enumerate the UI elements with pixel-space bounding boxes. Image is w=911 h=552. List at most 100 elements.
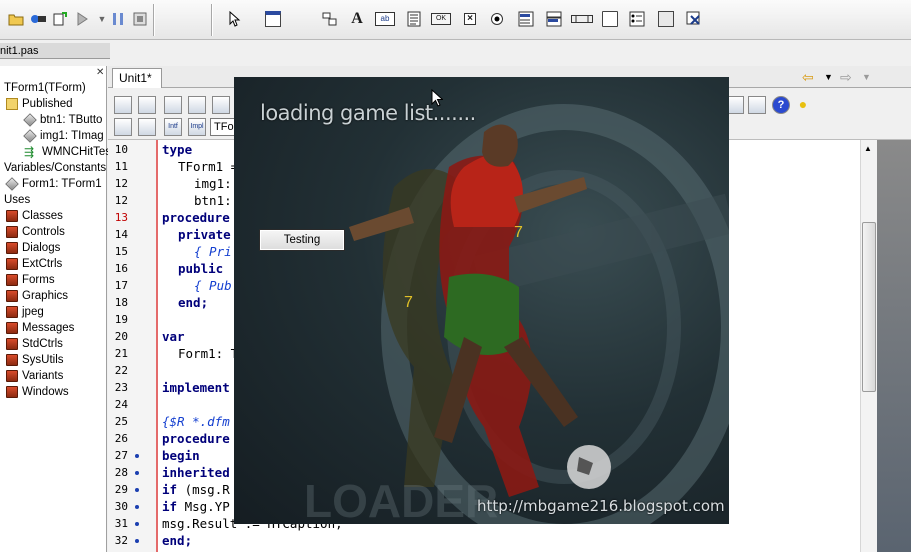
line-number: 28 <box>114 466 128 479</box>
form-view-icon[interactable] <box>114 96 132 114</box>
tree-item[interactable]: jpeg <box>6 304 44 320</box>
code-line: {$R *.dfm <box>162 414 230 429</box>
groupbox-icon[interactable] <box>600 9 620 29</box>
tree-item-label: jpeg <box>22 306 44 318</box>
tree-item[interactable]: Form1: TForm1 <box>5 176 102 192</box>
new-unit-icon[interactable] <box>188 96 206 114</box>
line-number: 21 <box>114 347 128 360</box>
vertical-scrollbar[interactable]: ▲ <box>860 140 877 552</box>
breakpoint-dot-icon[interactable] <box>135 539 139 543</box>
implementation-icon[interactable]: Impl <box>188 118 206 136</box>
back-arrow-icon[interactable]: ⇦ <box>802 69 814 85</box>
tree-item[interactable]: Classes <box>6 208 63 224</box>
file-tab[interactable]: nit1.pas <box>0 43 110 59</box>
line-number: 30 <box>114 500 128 513</box>
tree-item[interactable]: SysUtils <box>6 352 64 368</box>
tree-item[interactable]: ExtCtrls <box>6 256 62 272</box>
svg-text:7: 7 <box>514 224 523 241</box>
mainmenu-icon[interactable] <box>320 9 340 29</box>
tree-item[interactable]: Controls <box>6 224 65 240</box>
gear-icon[interactable] <box>748 96 766 114</box>
unit-icon <box>6 290 18 302</box>
line-number: 19 <box>114 313 128 326</box>
step-icon[interactable] <box>130 9 150 29</box>
breakpoint-dot-icon[interactable] <box>135 522 139 526</box>
listbox-icon[interactable] <box>516 9 536 29</box>
unit-icon <box>6 338 18 350</box>
frame-icon[interactable] <box>263 9 283 29</box>
line-number: 17 <box>114 279 128 292</box>
code-line: implement <box>162 380 230 395</box>
structure-tree: TForm1(TForm) Published btn1: TButto img1: … <box>0 66 111 552</box>
radiogroup-icon[interactable] <box>627 9 647 29</box>
scroll-up-icon[interactable]: ▲ <box>864 144 872 153</box>
tree-item-label: Form1: TForm1 <box>22 178 102 190</box>
splash-window[interactable]: 7 7 LOADER loading game list....... Test… <box>234 77 729 524</box>
button-icon-glyph: OK <box>431 13 451 25</box>
forward-arrow-icon[interactable]: ⇨ <box>840 69 852 85</box>
tree-item[interactable]: Forms <box>6 272 55 288</box>
unit-icon <box>6 306 18 318</box>
panel-icon[interactable] <box>656 9 676 29</box>
tree-item[interactable]: Variants <box>6 368 63 384</box>
tree-item[interactable]: Published <box>6 96 73 112</box>
pause-icon[interactable] <box>108 9 128 29</box>
arrow-pointer-icon[interactable] <box>225 9 245 29</box>
code-line: inherited <box>162 465 230 480</box>
button-icon[interactable]: OK <box>430 9 452 29</box>
tree-item[interactable]: ⇶ WMNCHitTes <box>24 144 111 160</box>
checkbox-icon[interactable]: × <box>460 9 480 29</box>
tree-item-label: Windows <box>22 386 69 398</box>
back-dropdown-icon[interactable]: ▼ <box>824 69 833 85</box>
tree-item[interactable]: Uses <box>4 192 30 208</box>
tree-item[interactable]: Graphics <box>6 288 68 304</box>
sync-icon[interactable] <box>138 118 156 136</box>
refresh-icon[interactable] <box>114 118 132 136</box>
tree-item[interactable]: Windows <box>6 384 69 400</box>
tip-icon[interactable]: ● <box>794 96 812 114</box>
tree-item[interactable]: StdCtrls <box>6 336 63 352</box>
mouse-cursor-icon <box>431 89 443 107</box>
actionlist-icon[interactable] <box>684 9 704 29</box>
testing-button[interactable]: Testing <box>259 229 345 251</box>
forward-dropdown-icon[interactable]: ▼ <box>862 69 871 85</box>
tree-item[interactable]: img1: TImag <box>23 128 104 144</box>
tree-item[interactable]: Messages <box>6 320 74 336</box>
undo-icon[interactable] <box>50 9 70 29</box>
radio-icon[interactable] <box>487 9 507 29</box>
class-view-icon[interactable] <box>138 96 156 114</box>
line-number: 22 <box>114 364 128 377</box>
breakpoint-dot-icon[interactable] <box>135 505 139 509</box>
unit-icon <box>6 258 18 270</box>
tree-item[interactable]: TForm1(TForm) <box>4 80 86 96</box>
open-icon[interactable] <box>6 9 26 29</box>
code-line: begin <box>162 448 200 463</box>
breakpoint-dot-icon[interactable] <box>135 454 139 458</box>
tab-unit1[interactable]: Unit1* <box>112 68 162 88</box>
label-icon[interactable]: A <box>347 9 367 29</box>
scroll-thumb[interactable] <box>862 222 876 392</box>
interface-icon[interactable]: Intf <box>164 118 182 136</box>
code-line: if Msg.YP <box>162 499 230 514</box>
help-icon[interactable]: ? <box>772 96 790 114</box>
memo-icon[interactable] <box>404 9 424 29</box>
code-line: btn1: <box>194 193 240 208</box>
code-line: if (msg.R <box>162 482 230 497</box>
tree-item[interactable]: Dialogs <box>6 240 60 256</box>
breakpoint-dot-icon[interactable] <box>135 471 139 475</box>
open-unit-icon[interactable] <box>212 96 230 114</box>
loading-label: loading game list....... <box>260 101 476 125</box>
copy-icon[interactable] <box>164 96 182 114</box>
line-number: 20 <box>114 330 128 343</box>
tree-item[interactable]: Variables/Constants <box>4 160 106 176</box>
close-icon[interactable]: ✕ <box>96 68 106 78</box>
line-number: 15 <box>114 245 128 258</box>
line-number: 24 <box>114 398 128 411</box>
scrollbar-icon[interactable] <box>570 9 594 29</box>
edit-icon[interactable]: ab <box>374 9 396 29</box>
save-icon[interactable] <box>28 9 48 29</box>
run-icon[interactable] <box>72 9 92 29</box>
tree-item[interactable]: btn1: TButto <box>23 112 102 128</box>
combobox-icon[interactable] <box>544 9 564 29</box>
breakpoint-dot-icon[interactable] <box>135 488 139 492</box>
